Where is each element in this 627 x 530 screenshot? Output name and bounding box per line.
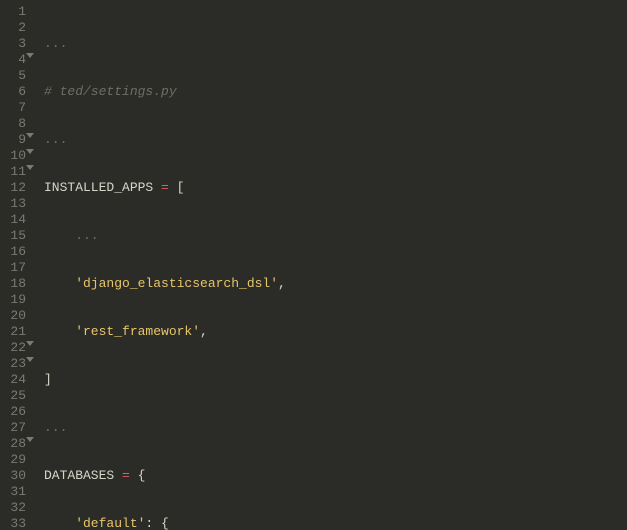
code-line: ] [44, 372, 627, 388]
ellipsis: ... [44, 36, 67, 51]
line-number: 1 [4, 4, 26, 20]
line-number: 11 [4, 164, 26, 180]
line-number: 27 [4, 420, 26, 436]
line-number: 28 [4, 436, 26, 452]
line-number: 32 [4, 500, 26, 516]
code-line: ... [44, 228, 627, 244]
code-area[interactable]: ... # ted/settings.py ... INSTALLED_APPS… [34, 0, 627, 530]
line-number: 8 [4, 116, 26, 132]
line-number: 25 [4, 388, 26, 404]
line-number: 17 [4, 260, 26, 276]
line-number: 2 [4, 20, 26, 36]
line-number: 26 [4, 404, 26, 420]
line-number: 18 [4, 276, 26, 292]
code-editor: 1234567891011121314151617181920212223242… [0, 0, 627, 530]
code-line: ... [44, 420, 627, 436]
line-number: 22 [4, 340, 26, 356]
fold-icon[interactable] [26, 357, 34, 362]
line-number: 23 [4, 356, 26, 372]
line-number: 30 [4, 468, 26, 484]
fold-icon[interactable] [26, 149, 34, 154]
line-number: 10 [4, 148, 26, 164]
code-line: DATABASES = { [44, 468, 627, 484]
line-number: 31 [4, 484, 26, 500]
code-line: 'default': { [44, 516, 627, 530]
line-number: 16 [4, 244, 26, 260]
fold-icon[interactable] [26, 133, 34, 138]
line-number: 24 [4, 372, 26, 388]
line-number: 6 [4, 84, 26, 100]
line-number: 7 [4, 100, 26, 116]
line-number: 12 [4, 180, 26, 196]
line-number: 14 [4, 212, 26, 228]
line-number: 3 [4, 36, 26, 52]
code-line: 'rest_framework', [44, 324, 627, 340]
fold-icon[interactable] [26, 53, 34, 58]
line-number: 5 [4, 68, 26, 84]
code-line: # ted/settings.py [44, 84, 627, 100]
line-number: 29 [4, 452, 26, 468]
ellipsis: ... [44, 132, 67, 147]
fold-icon[interactable] [26, 437, 34, 442]
line-number: 4 [4, 52, 26, 68]
code-line: ... [44, 132, 627, 148]
code-line: ... [44, 36, 627, 52]
line-number: 9 [4, 132, 26, 148]
line-number: 33 [4, 516, 26, 530]
line-number: 19 [4, 292, 26, 308]
line-number: 13 [4, 196, 26, 212]
comment: # ted/settings.py [44, 84, 177, 99]
line-number-gutter: 1234567891011121314151617181920212223242… [0, 0, 34, 530]
line-number: 20 [4, 308, 26, 324]
fold-icon[interactable] [26, 165, 34, 170]
code-line: 'django_elasticsearch_dsl', [44, 276, 627, 292]
line-number: 21 [4, 324, 26, 340]
fold-icon[interactable] [26, 341, 34, 346]
code-line: INSTALLED_APPS = [ [44, 180, 627, 196]
line-number: 15 [4, 228, 26, 244]
